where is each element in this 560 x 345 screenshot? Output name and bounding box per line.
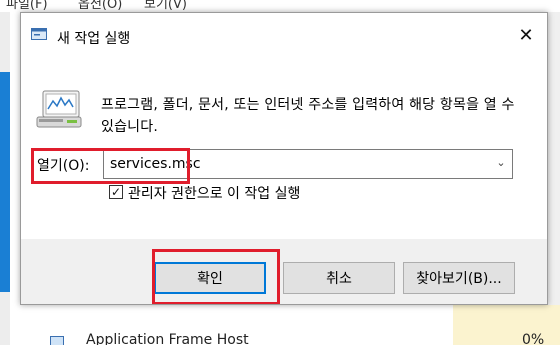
ok-button-highlight — [152, 249, 280, 304]
cancel-button[interactable]: 취소 — [283, 262, 395, 294]
browse-button[interactable]: 찾아보기(B)... — [403, 262, 515, 294]
dialog-description: 프로그램, 폴더, 문서, 또는 인터넷 주소를 입력하여 해당 항목을 열 수… — [101, 97, 515, 135]
background-menubar: 파일(F) 옵션(O) 보기(V) — [0, 0, 560, 12]
title-bar[interactable]: 새 작업 실행 ✕ — [21, 13, 547, 51]
chevron-down-icon[interactable]: ⌄ — [494, 156, 508, 170]
close-button[interactable]: ✕ — [505, 19, 547, 51]
process-name: Application Frame Host — [86, 332, 249, 345]
menu-file[interactable]: 파일(F) — [6, 0, 48, 12]
close-icon: ✕ — [518, 24, 534, 46]
run-dialog-icon — [31, 28, 47, 40]
dialog-title: 새 작업 실행 — [57, 31, 131, 47]
background-right-column — [548, 12, 560, 345]
menu-options[interactable]: 옵션(O) — [78, 0, 122, 12]
menu-view[interactable]: 보기(V) — [144, 0, 187, 12]
app-window-icon — [50, 336, 64, 345]
open-field-highlight — [31, 148, 190, 184]
dialog-footer: 확인 취소 찾아보기(B)... — [21, 239, 547, 304]
background-left-strip — [0, 12, 10, 345]
admin-checkbox-label[interactable]: 관리자 권한으로 이 작업 실행 — [128, 183, 300, 203]
run-program-icon — [36, 90, 82, 128]
dialog-body: 프로그램, 폴더, 문서, 또는 인터넷 주소를 입력하여 해당 항목을 열 수… — [21, 51, 547, 239]
process-cpu: 0% — [522, 332, 545, 345]
checkmark-icon: ✓ — [110, 185, 122, 199]
background-accent-bar — [0, 72, 10, 292]
admin-checkbox[interactable]: ✓ — [109, 185, 123, 199]
run-dialog: 새 작업 실행 ✕ 프로그램, 폴더, 문서, 또는 인터넷 주소를 입력하여 … — [20, 12, 548, 305]
background-process-row[interactable]: Application Frame Host 0% — [10, 305, 560, 345]
